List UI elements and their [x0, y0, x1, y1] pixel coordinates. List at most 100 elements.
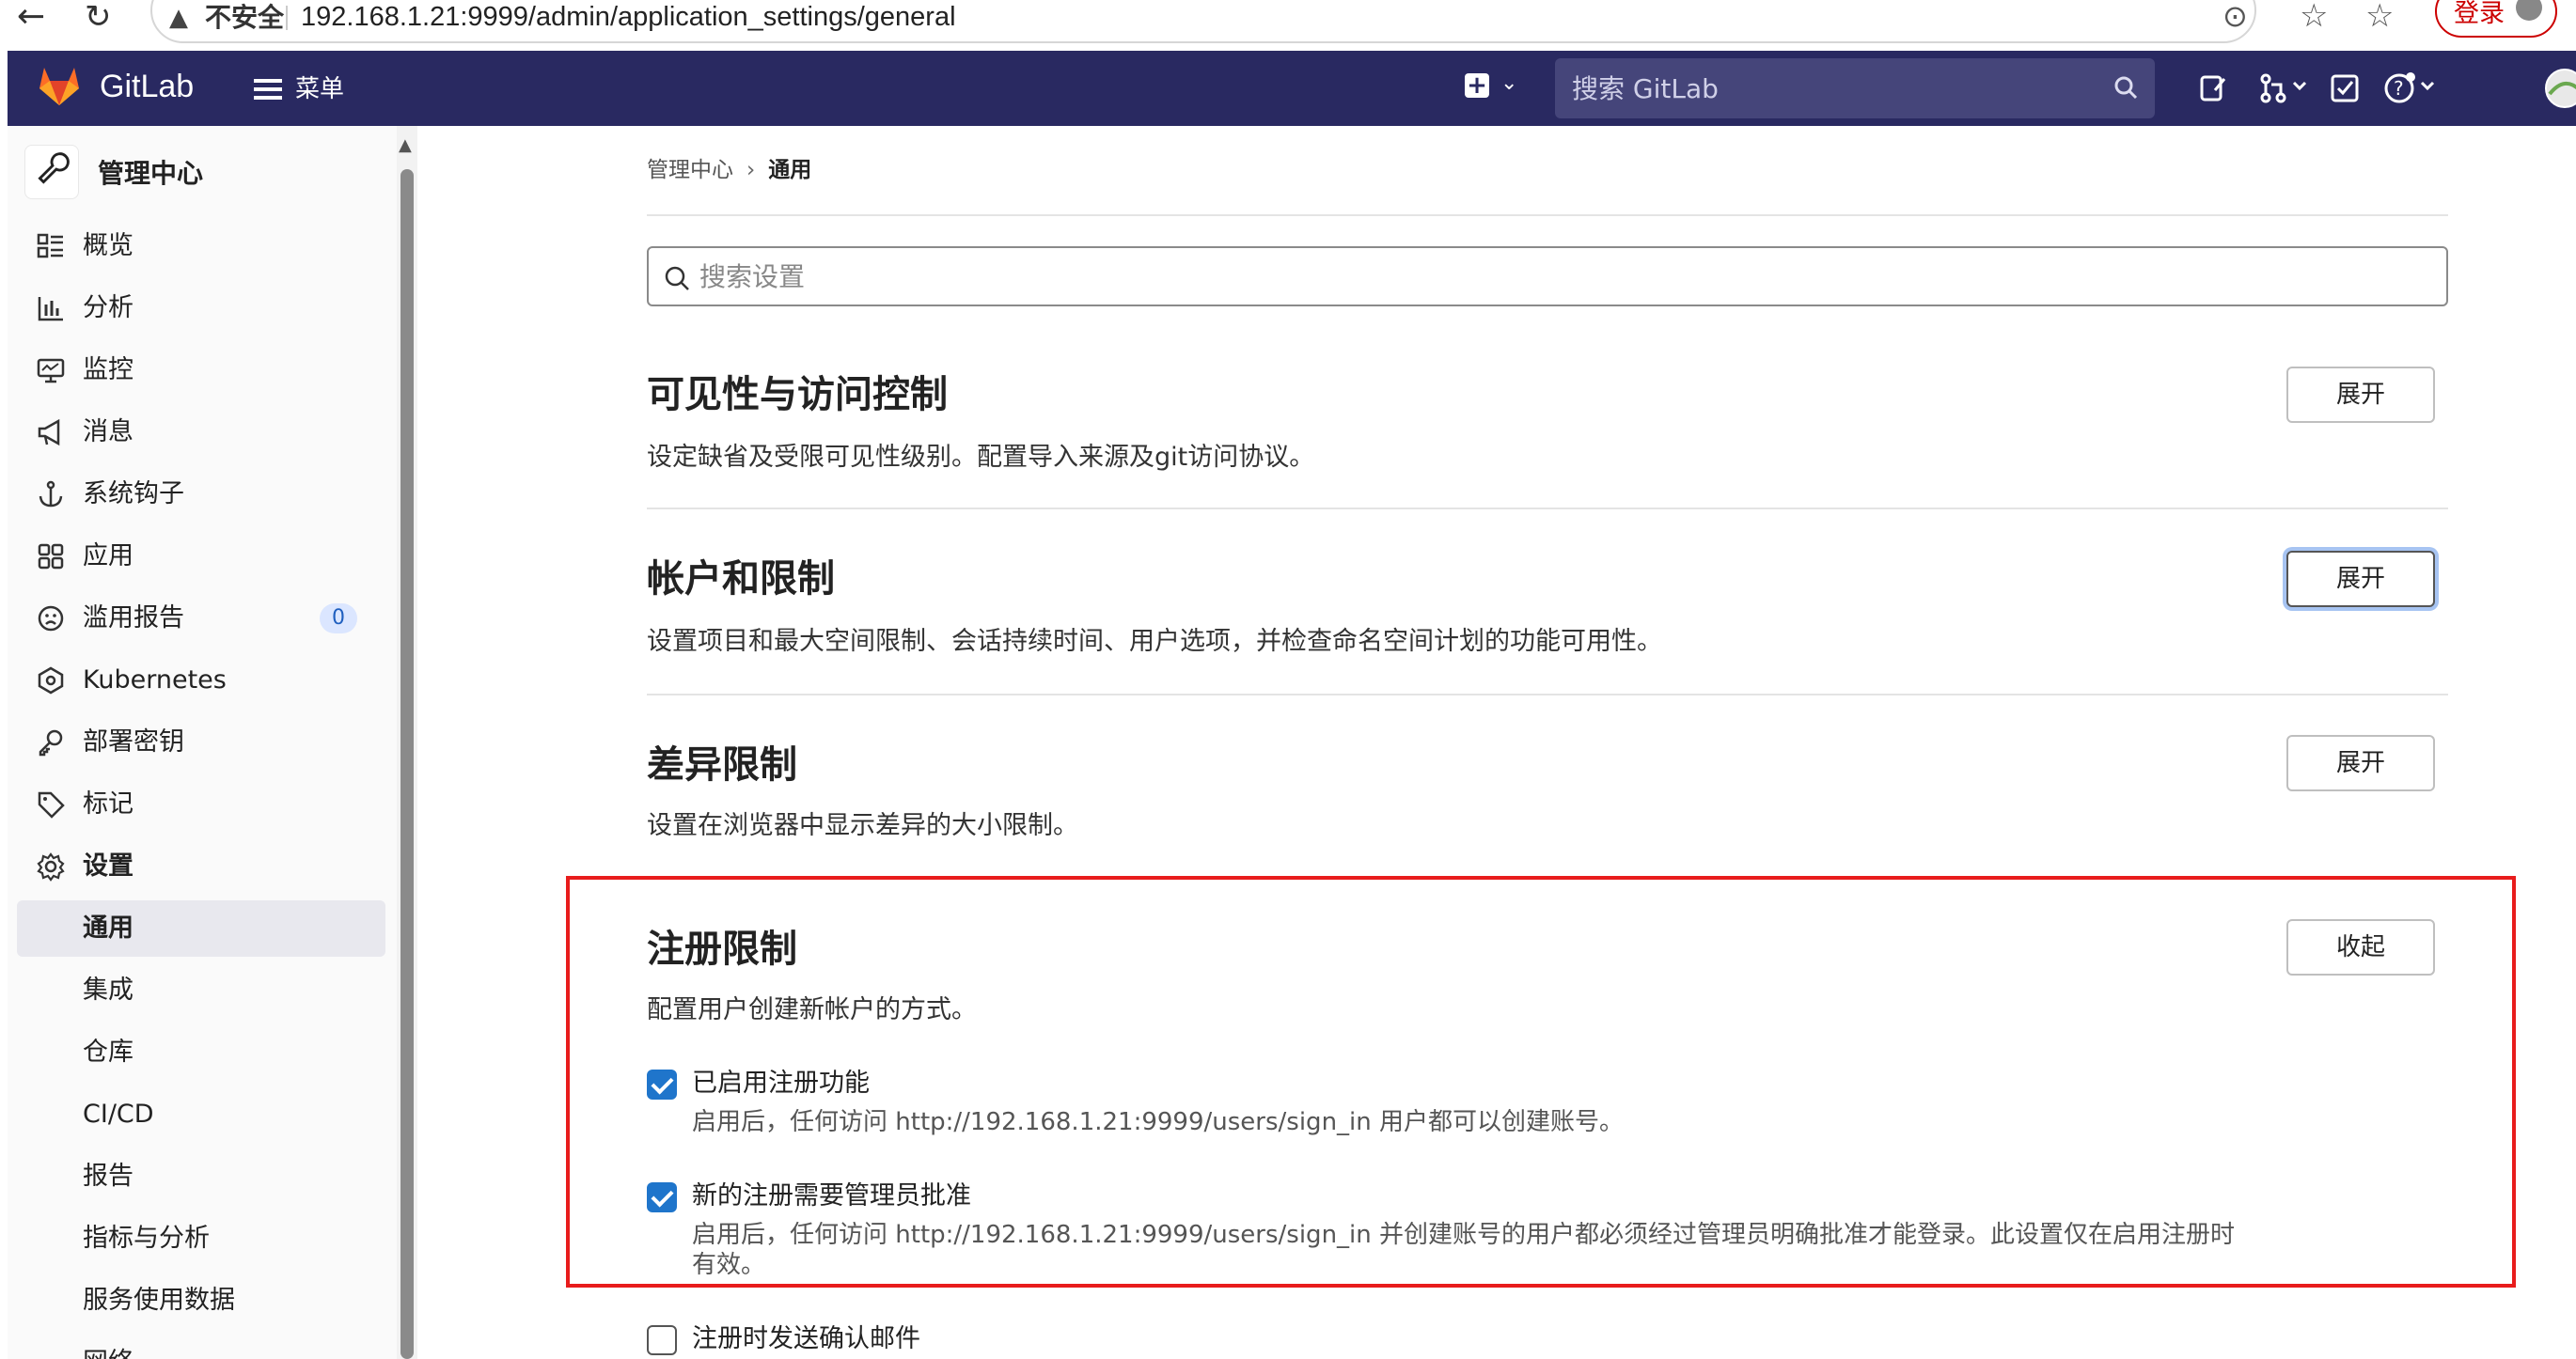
section-title-account-limits: 帐户和限制 — [647, 557, 835, 601]
abuse-face-icon — [38, 605, 64, 632]
send-confirmation-email-label[interactable]: 注册时发送确认邮件 — [692, 1323, 920, 1355]
anchor-icon — [39, 480, 63, 508]
section-title-signup-restrictions: 注册限制 — [647, 928, 797, 971]
sidebar-subitem-label: 指标与分析 — [83, 1224, 210, 1253]
sidebar-item-applications[interactable]: 应用 — [17, 528, 385, 585]
plus-square-icon: + — [1465, 73, 1489, 98]
global-search[interactable] — [1555, 58, 2155, 118]
admin-approval-label[interactable]: 新的注册需要管理员批准 — [692, 1180, 971, 1212]
sidebar-item-system-hooks[interactable]: 系统钩子 — [17, 466, 385, 523]
sidebar-item-label: 标记 — [83, 789, 134, 819]
sidebar-subitem-label: 服务使用数据 — [83, 1286, 235, 1315]
apps-icon — [38, 543, 64, 570]
sidebar-item-monitoring[interactable]: 监控 — [17, 342, 385, 398]
todos-check-icon[interactable] — [2326, 70, 2364, 107]
sidebar-item-label: 设置 — [83, 851, 134, 881]
admin-approval-checkbox[interactable] — [647, 1182, 677, 1212]
warning-triangle-icon: ▲ — [169, 4, 188, 32]
expand-account-limits-button[interactable]: 展开 — [2286, 551, 2435, 607]
sidebar-subitem-label: 通用 — [83, 914, 134, 943]
gear-icon — [37, 852, 65, 882]
sidebar-item-label: Kubernetes — [83, 665, 227, 695]
section-description: 设置在浏览器中显示差异的大小限制。 — [647, 811, 1078, 840]
sidebar-context-title: 管理中心 — [98, 158, 204, 189]
chevron-right-icon: › — [746, 158, 756, 182]
divider — [647, 694, 2448, 695]
settings-search-input[interactable] — [699, 248, 2429, 305]
settings-search[interactable] — [647, 246, 2448, 306]
reload-icon[interactable]: ↻ — [85, 0, 112, 34]
sidebar-item-label: 监控 — [83, 355, 134, 384]
send-confirmation-email-checkbox[interactable] — [647, 1325, 677, 1355]
kubernetes-icon — [38, 666, 64, 695]
hamburger-icon — [254, 79, 282, 83]
breadcrumb-current: 通用 — [768, 158, 812, 182]
profile-avatar-icon — [2516, 0, 2542, 21]
brand-name[interactable]: GitLab — [100, 68, 194, 105]
sidebar-item-settings[interactable]: 设置 — [17, 838, 385, 895]
user-avatar-icon[interactable] — [2542, 66, 2576, 111]
section-description: 配置用户创建新帐户的方式。 — [647, 995, 977, 1024]
sidebar-subitem-label: 仓库 — [83, 1038, 134, 1067]
sidebar-subitem-reporting[interactable]: 报告 — [17, 1148, 385, 1205]
signup-enabled-checkbox[interactable] — [647, 1070, 677, 1100]
sidebar-item-kubernetes[interactable]: Kubernetes — [17, 652, 385, 709]
sidebar-item-deploy-keys[interactable]: 部署密钥 — [17, 714, 385, 771]
sidebar-item-overview[interactable]: 概览 — [17, 218, 385, 274]
overview-icon — [37, 233, 63, 258]
sidebar-item-label: 滥用报告 — [83, 603, 184, 633]
help-icon[interactable]: ? — [2382, 70, 2442, 107]
collapse-signup-button[interactable]: 收起 — [2286, 919, 2435, 976]
sidebar-scroll-thumb[interactable] — [401, 169, 414, 1359]
breadcrumb: 管理中心 › 通用 — [647, 156, 811, 184]
sidebar-subitem-service-usage[interactable]: 服务使用数据 — [17, 1273, 385, 1329]
more-options-icon[interactable]: ⊙ — [2223, 0, 2248, 32]
address-bar[interactable]: ▲ 不安全 192.168.1.21:9999/admin/applicatio… — [150, 0, 2256, 43]
login-button[interactable]: 登录 — [2435, 0, 2557, 38]
sidebar-item-label: 应用 — [83, 541, 134, 570]
expand-diff-limits-button[interactable]: 展开 — [2286, 735, 2435, 791]
megaphone-icon — [38, 418, 60, 446]
sidebar-item-analytics[interactable]: 分析 — [17, 280, 385, 336]
expand-visibility-button[interactable]: 展开 — [2286, 367, 2435, 423]
sidebar-item-label: 部署密钥 — [83, 727, 184, 757]
security-label[interactable]: 不安全 — [205, 2, 284, 34]
scroll-up-arrow-icon[interactable]: ▲ — [399, 135, 412, 155]
search-icon — [665, 266, 689, 290]
admin-approval-help: 启用后，任何访问 http://192.168.1.21:9999/users/… — [692, 1221, 2236, 1279]
gitlab-logo-icon[interactable] — [36, 64, 83, 107]
issues-edit-icon[interactable] — [2194, 70, 2232, 107]
sidebar-subitem-repository[interactable]: 仓库 — [17, 1024, 385, 1081]
sidebar-subitem-cicd[interactable]: CI/CD — [17, 1086, 385, 1143]
merge-requests-icon[interactable] — [2256, 70, 2313, 107]
address-divider — [286, 6, 288, 30]
signup-enabled-label[interactable]: 已启用注册功能 — [692, 1068, 870, 1100]
sidebar-subitem-metrics[interactable]: 指标与分析 — [17, 1211, 385, 1267]
sidebar-subitem-network[interactable]: 网络 — [17, 1335, 385, 1359]
url-text[interactable]: 192.168.1.21:9999/admin/application_sett… — [301, 0, 956, 34]
menu-button[interactable]: 菜单 — [243, 64, 355, 113]
breadcrumb-parent[interactable]: 管理中心 — [647, 158, 733, 182]
favorite-star-icon[interactable]: ☆ — [2300, 0, 2328, 32]
sidebar-item-messages[interactable]: 消息 — [17, 404, 385, 461]
sidebar-item-label: 概览 — [83, 231, 134, 260]
monitor-icon — [37, 358, 65, 383]
chevron-down-icon: ⌄ — [1500, 71, 1518, 95]
favorites-list-icon[interactable]: ☆ — [2365, 0, 2394, 32]
admin-wrench-icon — [24, 145, 79, 199]
sidebar-subitem-label: 集成 — [83, 976, 134, 1005]
sidebar-item-labels[interactable]: 标记 — [17, 776, 385, 833]
back-arrow-icon[interactable]: ← — [17, 0, 45, 34]
sidebar-item-abuse-reports[interactable]: 滥用报告 0 — [17, 590, 385, 647]
sidebar-item-label: 分析 — [83, 293, 134, 322]
global-search-input[interactable] — [1555, 58, 2155, 118]
sidebar-item-label: 系统钩子 — [83, 479, 184, 508]
sidebar-subitem-general[interactable]: 通用 — [17, 900, 385, 957]
new-item-dropdown[interactable]: + ⌄ — [1452, 70, 1527, 107]
sidebar-subitem-label: CI/CD — [83, 1100, 154, 1129]
sidebar-context-header[interactable]: 管理中心 — [17, 139, 393, 207]
label-icon — [38, 791, 65, 819]
sidebar-item-label: 消息 — [83, 417, 134, 446]
menu-label: 菜单 — [295, 75, 345, 103]
sidebar-subitem-integrations[interactable]: 集成 — [17, 962, 385, 1019]
